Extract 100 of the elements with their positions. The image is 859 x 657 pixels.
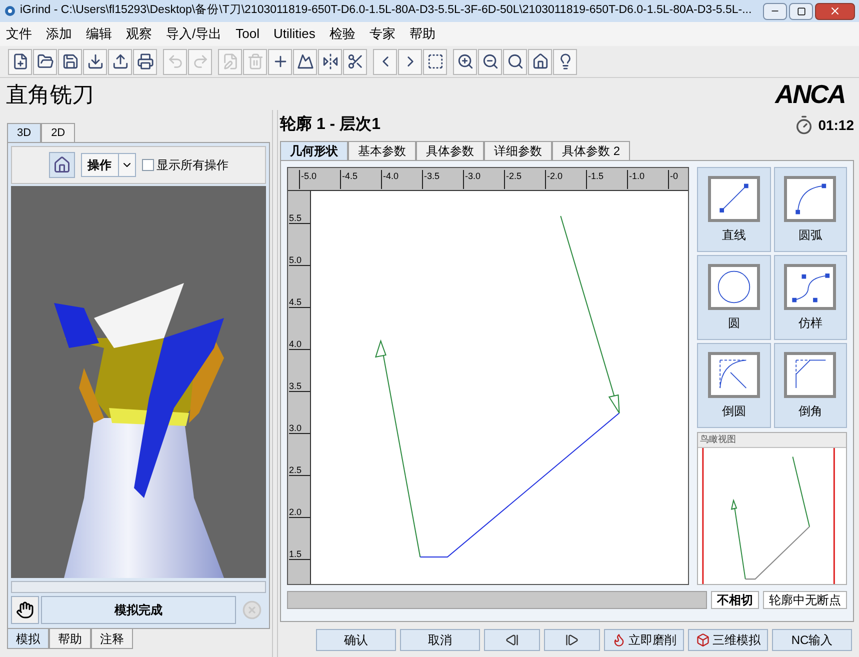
shape-tool-button[interactable]: 圆: [697, 255, 770, 340]
search-button[interactable]: [503, 48, 527, 74]
step-button[interactable]: [544, 628, 600, 650]
lightbulb-button[interactable]: [553, 48, 577, 74]
chevron-right-button[interactable]: [398, 48, 422, 74]
export-icon: [112, 53, 128, 70]
operation-select[interactable]: 操作: [80, 153, 136, 177]
ruler-label: 4.0: [289, 339, 310, 350]
view-tab[interactable]: 3D: [7, 123, 42, 142]
chamfer-icon: [784, 352, 836, 398]
stopwatch-icon: [794, 115, 814, 135]
zoom-out-button[interactable]: [478, 48, 502, 74]
action-button[interactable]: 确认: [316, 628, 396, 650]
profile-tab[interactable]: 基本参数: [348, 141, 416, 160]
folder-button[interactable]: [33, 48, 57, 74]
profile-tab[interactable]: 几何形状: [280, 141, 348, 160]
mirror-icon: [322, 53, 338, 70]
ruler-label: 3.5: [289, 381, 310, 392]
ruler-label: 4.5: [289, 297, 310, 308]
home-icon: [532, 53, 548, 70]
menu-item[interactable]: 帮助: [409, 24, 436, 44]
scissors-button[interactable]: [343, 48, 367, 74]
ruler-label: 3.0: [289, 423, 310, 434]
action-button[interactable]: 立即磨削: [604, 628, 684, 650]
selection-icon: [426, 53, 444, 70]
menu-item[interactable]: 观察: [126, 24, 152, 44]
window-title: iGrind - C:\Users\fl15293\Desktop\备份\T刀\2103011819-650T-D6.0-1.5L-80A-D3-5.5L-3F-6D-50L\2103011819-650T-D6.0-1.5L-80A-D3-5.5L-...: [20, 2, 753, 18]
maximize-icon: [796, 6, 806, 16]
scissors-icon: [346, 53, 364, 70]
import-icon: [86, 53, 104, 70]
panel-tab[interactable]: 注释: [91, 629, 133, 649]
logo: ANCA: [775, 78, 845, 110]
stop-icon: [242, 600, 262, 620]
chevron-left-button[interactable]: [373, 48, 397, 74]
menu-item[interactable]: 编辑: [86, 24, 112, 44]
status-label: 不相切: [711, 591, 759, 609]
mirror-button[interactable]: [318, 48, 342, 74]
page-title: 直角铣刀: [6, 80, 94, 108]
view-tab[interactable]: 2D: [41, 123, 76, 142]
ruler-label: -0: [668, 170, 678, 189]
spline-icon: [784, 264, 836, 310]
shape-tool-button[interactable]: 圆弧: [774, 167, 847, 252]
shape-tool-button[interactable]: 倒角: [774, 343, 847, 428]
undo-icon: [166, 53, 184, 70]
step-back-icon: [505, 632, 519, 646]
search-icon: [506, 53, 524, 70]
show-all-checkbox[interactable]: 显示所有操作: [142, 156, 228, 174]
export-button[interactable]: [108, 48, 132, 74]
maximize-button[interactable]: [789, 2, 813, 20]
zoom-out-icon: [482, 53, 498, 70]
ruler-label: 2.5: [289, 465, 310, 476]
close-button[interactable]: [815, 2, 855, 20]
import-button[interactable]: [83, 48, 107, 74]
ruler-label: -2.5: [504, 170, 522, 189]
ruler-label: 5.5: [289, 213, 310, 224]
zoom-in-button[interactable]: [453, 48, 477, 74]
shape-tool-button[interactable]: 倒圆: [697, 343, 770, 428]
menu-item[interactable]: 导入/导出: [166, 24, 222, 44]
step-button[interactable]: [484, 628, 540, 650]
ruler-label: -4.0: [381, 170, 399, 189]
menu-item[interactable]: 文件: [6, 24, 32, 44]
close-icon: [829, 5, 841, 17]
ruler-label: -2.0: [545, 170, 563, 189]
arc-icon: [784, 176, 836, 222]
action-button[interactable]: NC输入: [772, 628, 852, 650]
menu-item[interactable]: Utilities: [273, 24, 316, 44]
menu-item[interactable]: 添加: [46, 24, 72, 44]
shape-tool-button[interactable]: 直线: [697, 167, 770, 252]
print-button[interactable]: [133, 48, 157, 74]
app-icon: [4, 5, 16, 17]
profile-title: 轮廓 1 - 层次1: [280, 114, 380, 135]
new-file-button[interactable]: [8, 48, 32, 74]
panel-tab[interactable]: 帮助: [49, 629, 91, 649]
redo-icon: [192, 53, 208, 70]
menu-item[interactable]: 检验: [329, 24, 356, 44]
ruler-label: 5.0: [289, 255, 310, 266]
menu-item[interactable]: 专家: [369, 24, 396, 44]
cube-icon: [696, 632, 710, 646]
simulate-button[interactable]: 模拟完成: [41, 596, 236, 624]
profile-tab[interactable]: 具体参数 2: [552, 141, 630, 160]
ruler-label: -5.0: [299, 170, 317, 189]
shape-tool-button[interactable]: 仿样: [774, 255, 847, 340]
fillet-icon: [708, 352, 760, 398]
overview-title: 鸟瞰视图: [698, 433, 846, 448]
panel-tab[interactable]: 模拟: [7, 629, 49, 649]
save-button[interactable]: [58, 48, 82, 74]
save-icon: [62, 53, 78, 70]
selection-button[interactable]: [423, 48, 447, 74]
profile-tab[interactable]: 详细参数: [484, 141, 552, 160]
action-button[interactable]: 三维模拟: [688, 628, 768, 650]
profile-tab[interactable]: 具体参数: [416, 141, 484, 160]
ruler-label: -1.0: [627, 170, 645, 189]
plus-button[interactable]: [268, 48, 292, 74]
hand-icon: [16, 601, 34, 619]
action-button[interactable]: 取消: [400, 628, 480, 650]
home-button[interactable]: [528, 48, 552, 74]
step-forward-icon: [565, 632, 579, 646]
home-button[interactable]: [48, 152, 74, 178]
menu-item[interactable]: Tool: [236, 24, 260, 44]
status-label: 轮廓中无断点: [763, 591, 847, 609]
